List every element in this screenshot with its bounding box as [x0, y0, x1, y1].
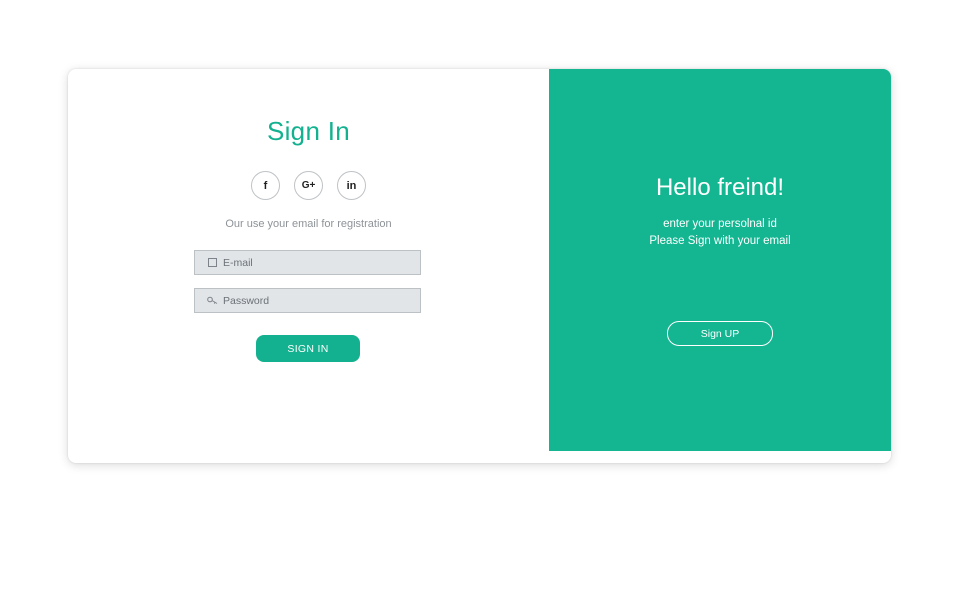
linkedin-icon: in	[346, 179, 357, 192]
email-icon	[202, 258, 222, 267]
welcome-heading: Hello freind!	[655, 174, 785, 201]
key-icon	[202, 296, 222, 305]
sign-up-button[interactable]: Sign UP	[667, 321, 773, 346]
registration-hint: Our use your email for registration	[225, 218, 392, 230]
facebook-icon: f	[263, 179, 268, 192]
sign-in-button[interactable]: SIGN IN	[256, 335, 360, 362]
password-field[interactable]	[194, 288, 421, 313]
welcome-text-line-1: enter your persolnal id	[663, 218, 777, 230]
password-input[interactable]	[222, 294, 413, 307]
signin-title: Sign In	[266, 116, 351, 146]
google-plus-icon: G+	[301, 180, 316, 191]
social-buttons: f G+ in	[68, 171, 549, 200]
google-plus-button[interactable]: G+	[294, 171, 323, 200]
auth-card: Sign In f G+ in Our use your email for r…	[68, 69, 891, 463]
email-field[interactable]	[194, 250, 421, 275]
welcome-text-line-2: Please Sign with your email	[649, 235, 791, 247]
welcome-panel: Hello freind! enter your persolnal id Pl…	[549, 69, 891, 451]
facebook-button[interactable]: f	[251, 171, 280, 200]
linkedin-button[interactable]: in	[337, 171, 366, 200]
email-input[interactable]	[222, 256, 413, 269]
signin-panel: Sign In f G+ in Our use your email for r…	[68, 69, 549, 463]
